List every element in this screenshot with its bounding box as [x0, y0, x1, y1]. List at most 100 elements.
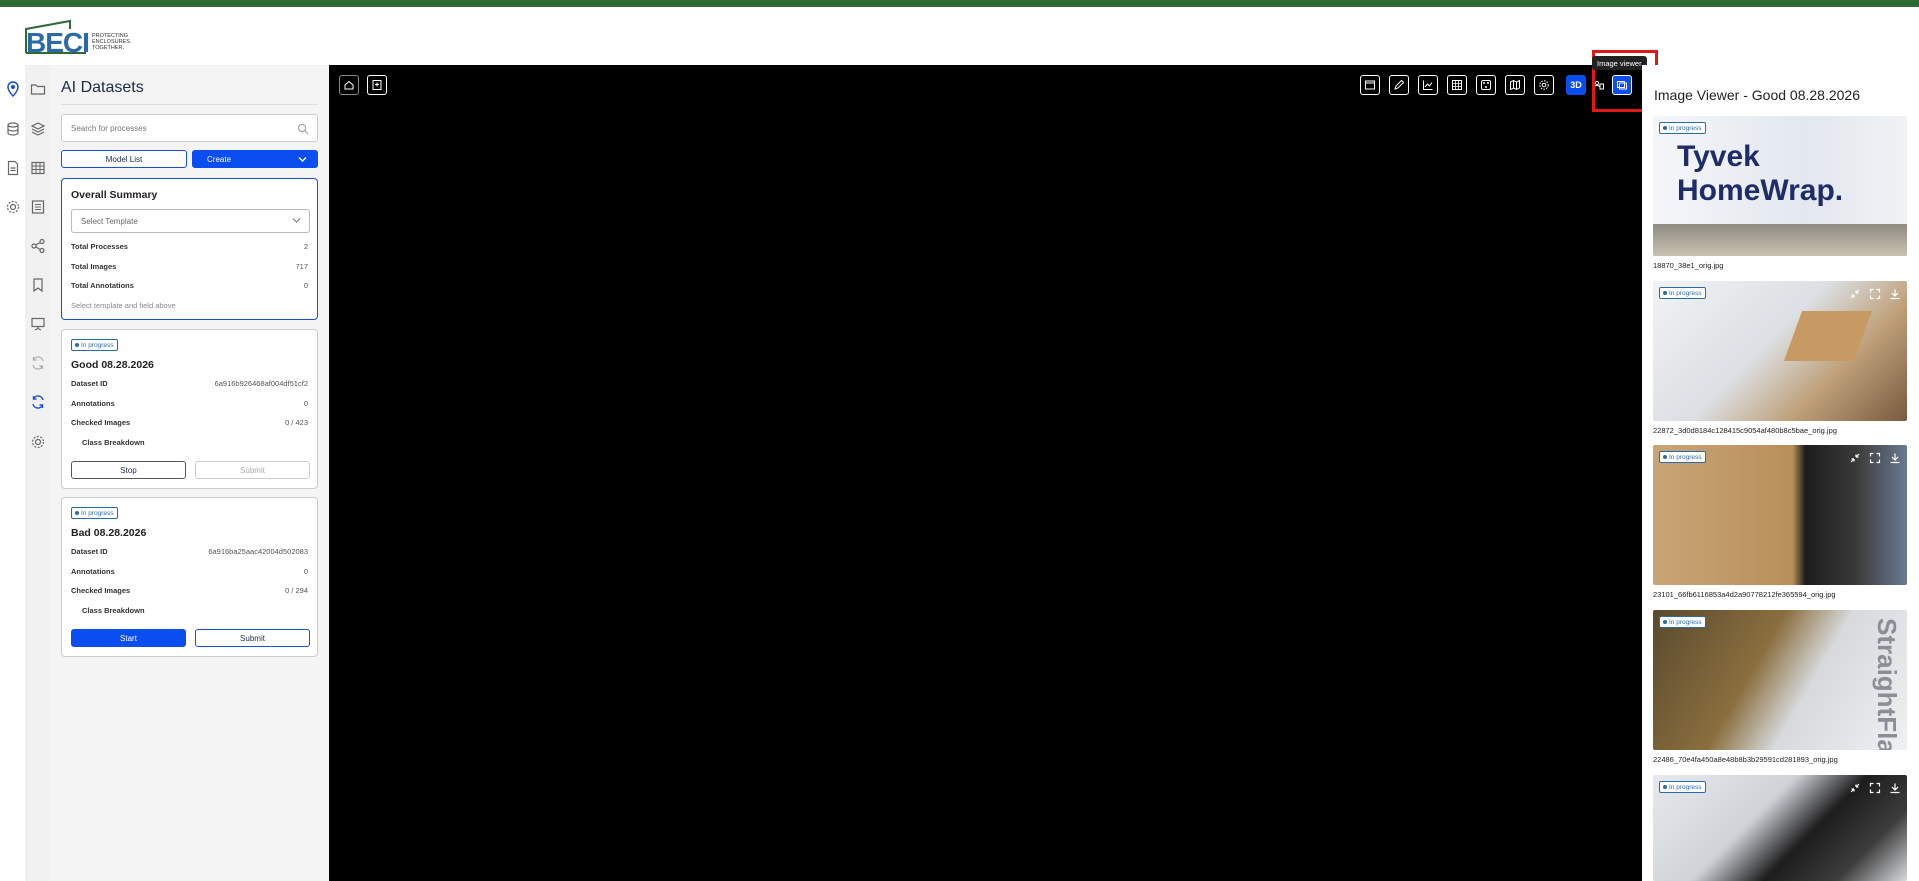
status-badge: In progress: [71, 339, 118, 351]
logo-mark: BECI: [24, 19, 90, 58]
thumbnail-photo: [1783, 311, 1873, 361]
expand-icon[interactable]: [1869, 452, 1881, 464]
total-annotations-label: Total Annotations: [71, 281, 134, 290]
thumbnail-overlay-text: Tyvek HomeWrap.: [1677, 140, 1844, 207]
search-input[interactable]: [62, 115, 282, 141]
annotations-label: Annotations: [71, 399, 115, 408]
presentation-icon[interactable]: [30, 316, 46, 332]
3d-toggle-button[interactable]: 3D: [1566, 75, 1586, 95]
minimize-icon[interactable]: [1849, 452, 1861, 464]
checked-images-value: 0 / 294: [285, 586, 308, 595]
thumbnail-filename: 18870_38e1_orig.jpg: [1653, 261, 1724, 270]
download-icon[interactable]: [1889, 288, 1901, 300]
sync-icon[interactable]: [30, 355, 46, 371]
grid-icon[interactable]: [1447, 75, 1467, 95]
gear-icon[interactable]: [30, 434, 46, 450]
total-images-value: 717: [295, 262, 308, 271]
search-box: [61, 114, 318, 142]
start-button[interactable]: Start: [71, 629, 186, 647]
status-badge-text: In progress: [1669, 289, 1702, 297]
bookmark-add-icon[interactable]: [367, 75, 387, 95]
image-viewer-title: Image Viewer - Good 08.28.2026: [1654, 87, 1860, 103]
class-breakdown-toggle[interactable]: Class Breakdown: [82, 606, 145, 615]
viewer-canvas[interactable]: [329, 65, 1642, 881]
table-icon[interactable]: [30, 160, 46, 176]
template-select[interactable]: Select Template: [71, 209, 310, 233]
thumbnail-filename: 22872_3d0d8184c128415c9054af480b8c5bae_o…: [1653, 426, 1837, 435]
model-list-button[interactable]: Model List: [61, 150, 187, 168]
palette-icon[interactable]: [1476, 75, 1496, 95]
download-icon[interactable]: [1889, 452, 1901, 464]
create-button-label: Create: [207, 154, 232, 164]
settings-icon[interactable]: [5, 199, 21, 215]
summary-title: Overall Summary: [71, 189, 158, 201]
layers-icon[interactable]: [30, 121, 46, 137]
dataset-id-value: 6a916ba25aac42004d502083: [208, 547, 308, 556]
create-button[interactable]: Create: [192, 150, 318, 168]
summary-card: Overall Summary Select Template Total Pr…: [61, 178, 318, 320]
thumbnail-actions: [1849, 782, 1901, 794]
status-badge-text: In progress: [1669, 124, 1702, 132]
dataset-card[interactable]: In progress Bad 08.28.2026 Dataset ID 6a…: [61, 497, 318, 657]
total-annotations-value: 0: [303, 281, 308, 290]
location-pin-icon[interactable]: [5, 81, 21, 98]
total-images-label: Total Images: [71, 262, 117, 271]
chevron-down-icon: [292, 217, 301, 226]
home-icon[interactable]: [339, 75, 359, 95]
secondary-rail: [25, 65, 50, 881]
share-icon[interactable]: [30, 238, 46, 254]
status-dot-icon: [1663, 291, 1667, 295]
brand-logo[interactable]: BECI PROTECTING ENCLOSURES. TOGETHER.: [24, 19, 132, 58]
status-badge: In progress: [1659, 451, 1706, 463]
window-icon[interactable]: [1360, 75, 1380, 95]
pen-icon[interactable]: [1389, 75, 1409, 95]
dataset-id-value: 6a916b926468af004df51cf2: [214, 379, 308, 388]
expand-icon[interactable]: [1869, 288, 1881, 300]
submit-button[interactable]: Submit: [195, 461, 310, 479]
image-thumbnail[interactable]: In progress: [1653, 775, 1907, 881]
list-icon[interactable]: [30, 199, 46, 215]
image-thumbnail[interactable]: StraightFlash In progress: [1653, 610, 1907, 750]
download-icon[interactable]: [1889, 782, 1901, 794]
minimize-icon[interactable]: [1849, 288, 1861, 300]
thumbnail-ground: [1653, 224, 1907, 256]
document-icon[interactable]: [5, 160, 21, 176]
minimize-icon[interactable]: [1849, 782, 1861, 794]
thumbnail-overlay-text: StraightFlash: [1872, 618, 1902, 750]
status-dot-icon: [75, 511, 79, 515]
thumbnail-filename: 22486_70e4fa450a8e48b8b3b29591cd281893_o…: [1653, 755, 1838, 764]
sync-active-icon[interactable]: [30, 394, 46, 410]
image-thumbnail[interactable]: In progress: [1653, 445, 1907, 585]
checked-images-value: 0 / 423: [285, 418, 308, 427]
submit-button[interactable]: Submit: [195, 629, 310, 647]
image-viewer-tooltip: Image viewer: [1592, 56, 1647, 70]
map-icon[interactable]: [1505, 75, 1525, 95]
expand-icon[interactable]: [1869, 782, 1881, 794]
search-icon[interactable]: [297, 122, 309, 140]
status-badge: In progress: [71, 507, 118, 519]
annotations-value: 0: [303, 567, 308, 576]
logo-tagline: PROTECTING ENCLOSURES. TOGETHER.: [92, 33, 132, 51]
status-badge: In progress: [1659, 287, 1706, 299]
bookmark-icon[interactable]: [30, 277, 46, 293]
logo-wordmark: BECI: [26, 27, 90, 58]
summary-hint: Select template and field above: [71, 301, 176, 310]
dataset-card[interactable]: In progress Good 08.28.2026 Dataset ID 6…: [61, 329, 318, 489]
chevron-down-icon: [298, 157, 307, 162]
status-badge: In progress: [1659, 122, 1706, 134]
settings-icon[interactable]: [1534, 75, 1554, 95]
image-thumbnail[interactable]: Tyvek HomeWrap. In progress: [1653, 116, 1907, 256]
class-breakdown-toggle[interactable]: Class Breakdown: [82, 438, 145, 447]
checked-images-label: Checked Images: [71, 586, 131, 595]
stop-button[interactable]: Stop: [71, 461, 186, 479]
database-icon[interactable]: [5, 121, 21, 137]
dataset-id-label: Dataset ID: [71, 379, 108, 388]
chart-icon[interactable]: [1418, 75, 1438, 95]
status-dot-icon: [1663, 455, 1667, 459]
thumbnail-actions: [1849, 288, 1901, 300]
total-processes-label: Total Processes: [71, 242, 128, 251]
dataset-title: Good 08.28.2026: [71, 359, 154, 371]
status-badge-text: In progress: [1669, 783, 1702, 791]
folder-icon[interactable]: [30, 81, 46, 97]
image-thumbnail[interactable]: In progress: [1653, 281, 1907, 421]
